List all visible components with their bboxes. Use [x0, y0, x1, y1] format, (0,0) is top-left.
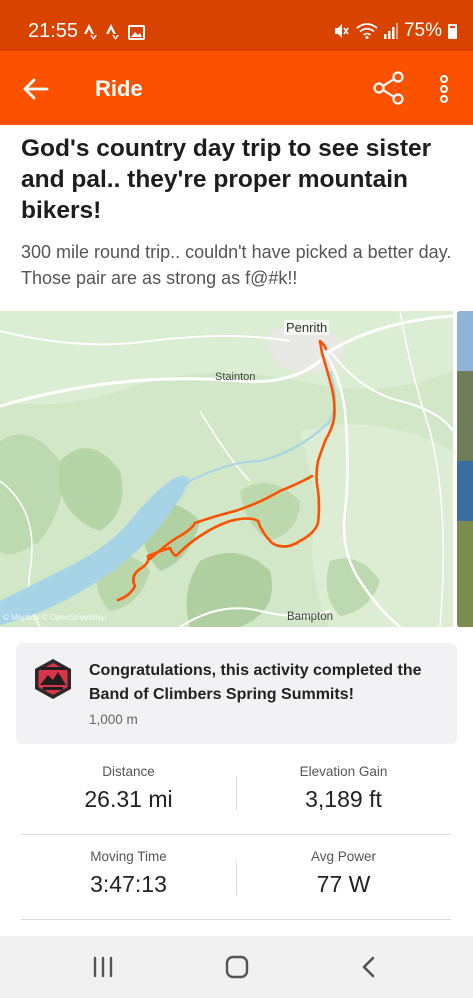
challenge-subtext: 1,000 m	[89, 712, 138, 727]
stat-value: 26.31 mi	[84, 786, 173, 812]
system-icons: 75%	[333, 20, 457, 42]
stat-avg-power: Avg Power 77 W	[236, 835, 451, 920]
stat-value: 77 W	[316, 871, 371, 897]
status-time: 21:55	[28, 20, 79, 42]
battery-percent: 75%	[403, 20, 442, 41]
map-label-stainton: Stainton	[215, 371, 256, 383]
stat-label: Distance	[102, 764, 155, 779]
stat-distance: Distance 26.31 mi	[21, 750, 236, 835]
share-icon[interactable]	[372, 70, 406, 106]
stat-label: Moving Time	[90, 849, 167, 864]
stat-moving-time: Moving Time 3:47:13	[21, 835, 236, 920]
system-nav-bar	[0, 936, 473, 998]
gallery-icon	[128, 24, 145, 40]
status-bar: 21:55 75%	[0, 0, 473, 51]
wifi-icon	[356, 23, 378, 39]
stat-label: Avg Power	[310, 849, 377, 864]
home-icon[interactable]	[222, 953, 252, 981]
activity-title: God's country day trip to see sister and…	[21, 135, 432, 224]
stat-value: 3,189 ft	[305, 786, 382, 812]
stats-row: Distance 26.31 mi Elevation Gain 3,189 f…	[21, 750, 451, 835]
stat-value: 3:47:13	[90, 871, 167, 897]
app-bar: Ride	[0, 51, 473, 125]
route-map[interactable]: Penrith Stainton Bampton © Mapbox © Open…	[0, 311, 453, 627]
photo-thumbnail[interactable]	[457, 311, 473, 627]
battery-icon	[448, 23, 457, 39]
challenge-text: Congratulations, this activity completed…	[89, 662, 422, 703]
map-attribution[interactable]: © Mapbox © OpenStreetMap	[3, 613, 106, 622]
map-label-penrith: Penrith	[284, 320, 330, 335]
strava-notification-icon	[106, 24, 119, 40]
map-label-bampton: Bampton	[287, 611, 334, 623]
challenge-card[interactable]: Congratulations, this activity completed…	[16, 643, 457, 744]
notification-icons	[84, 22, 145, 42]
stats-row: Moving Time 3:47:13 Avg Power 77 W	[21, 835, 451, 920]
strava-notification-icon	[84, 24, 97, 40]
activity-description: 300 mile round trip.. couldn't have pick…	[21, 242, 452, 288]
back-icon[interactable]	[354, 953, 384, 981]
map-canvas	[0, 311, 453, 627]
page-title: Ride	[95, 76, 143, 101]
band-of-climbers-badge-icon	[35, 659, 71, 699]
stat-label: Elevation Gain	[299, 764, 388, 779]
signal-icon	[383, 23, 398, 39]
recent-apps-icon[interactable]	[89, 953, 119, 981]
mute-icon	[334, 24, 349, 38]
back-arrow-icon[interactable]	[22, 75, 50, 103]
stat-elevation-gain: Elevation Gain 3,189 ft	[236, 750, 451, 835]
more-vertical-icon[interactable]	[434, 71, 454, 107]
